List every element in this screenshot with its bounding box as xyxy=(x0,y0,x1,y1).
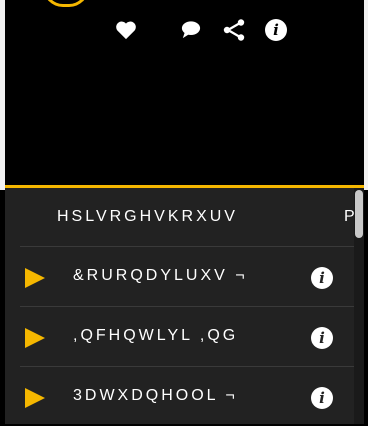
share-icon xyxy=(223,19,245,41)
list-item[interactable]: 3DWXDQHOOL ¬ i xyxy=(5,368,364,426)
list-item-label: &RURQDYLUXV ¬ xyxy=(73,267,248,284)
info-button[interactable]: i xyxy=(263,17,289,43)
info-icon[interactable]: i xyxy=(311,387,333,409)
row-separator xyxy=(20,246,354,247)
play-icon[interactable] xyxy=(25,268,45,288)
play-icon[interactable] xyxy=(25,328,45,348)
list-header[interactable]: HSLVRGHVKRXUV P xyxy=(5,188,364,246)
action-bar: i xyxy=(5,17,364,43)
list-item-label: 3DWXDQHOOL ¬ xyxy=(73,387,238,404)
avatar xyxy=(43,0,89,7)
list-item[interactable]: &RURQDYLUXV ¬ i xyxy=(5,248,364,306)
row-separator xyxy=(20,306,354,307)
comment-icon xyxy=(181,21,201,39)
comment-button[interactable] xyxy=(178,17,204,43)
heart-icon xyxy=(116,21,136,40)
header-label: HSLVRGHVKRXUV xyxy=(57,208,238,225)
like-button[interactable] xyxy=(113,17,139,43)
info-icon[interactable]: i xyxy=(311,267,333,289)
info-icon[interactable]: i xyxy=(311,327,333,349)
play-icon[interactable] xyxy=(25,388,45,408)
scrollbar-thumb[interactable] xyxy=(355,190,363,238)
episode-list: HSLVRGHVKRXUV P &RURQDYLUXV ¬ i ,QFHQWLY… xyxy=(5,188,364,424)
list-item-label: ,QFHQWLYL ,QG xyxy=(73,327,239,344)
list-item[interactable]: ,QFHQWLYL ,QG i xyxy=(5,308,364,366)
scrollbar[interactable] xyxy=(354,188,364,424)
share-button[interactable] xyxy=(221,17,247,43)
background-page-edge-right xyxy=(364,0,368,190)
video-panel: i xyxy=(5,0,364,186)
row-separator xyxy=(20,366,354,367)
info-icon: i xyxy=(265,19,287,41)
